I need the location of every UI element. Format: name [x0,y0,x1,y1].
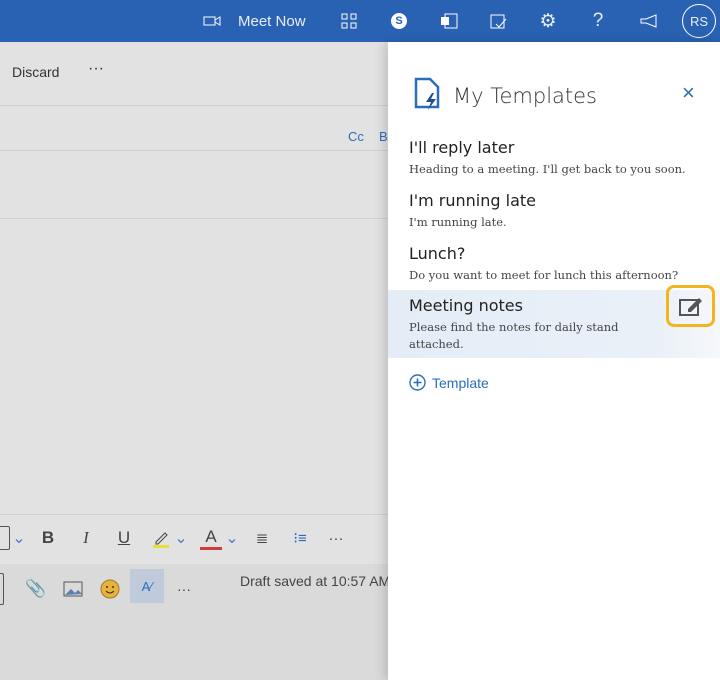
skype-icon[interactable]: S [389,0,409,42]
format-toolbar: ⌄ B I U ⌄ A ⌄ ≣ ⁝≡ ··· [0,526,388,550]
video-camera-icon[interactable] [200,0,224,42]
font-color-button[interactable]: A [200,526,222,550]
bcc-button[interactable]: B [379,129,388,144]
divider [0,150,388,151]
chevron-down-icon[interactable]: ⌄ [12,526,26,550]
template-item[interactable]: I'm running late I'm running late. [388,191,720,231]
bold-button[interactable]: B [38,526,58,550]
templates-panel: My Templates × I'll reply later Heading … [388,42,720,680]
more-formatting-button[interactable]: ··· [326,526,346,550]
font-size-select[interactable] [0,526,10,550]
template-item[interactable]: I'll reply later Heading to a meeting. I… [388,138,720,178]
template-body: I'm running late. [409,215,507,229]
edit-icon [678,298,702,316]
chevron-down-icon[interactable]: ⌄ [225,526,239,550]
edit-template-button[interactable] [666,285,715,327]
template-title: I'll reply later [409,138,515,157]
calendar-check-icon[interactable] [487,0,509,42]
draft-status: Draft saved at 10:57 AM [240,573,391,589]
add-template-button[interactable]: Template [409,374,489,391]
template-body: Do you want to meet for lunch this after… [409,268,679,282]
feedback-megaphone-icon[interactable] [637,0,661,42]
divider [0,105,388,106]
meet-now-button[interactable]: Meet Now [238,0,306,42]
apps-grid-icon[interactable] [338,0,360,42]
panel-title: My Templates [453,84,597,108]
insert-image-icon[interactable] [62,577,84,601]
template-body: Heading to a meeting. I'll get back to y… [409,162,686,176]
template-item-selected[interactable]: Meeting notes Please find the notes for … [388,285,720,358]
top-bar: Meet Now S ⚙ ? RS [0,0,720,42]
template-item[interactable]: Lunch? Do you want to meet for lunch thi… [388,244,720,284]
compose-area: Discard ··· Cc B ⌄ B I U ⌄ A ⌄ ≣ ⁝≡ ··· … [0,42,391,680]
template-body: Please find the notes for daily stand at… [409,320,619,351]
bottom-toolbar: 📎 A⁄ ··· Draft saved at 10:57 AM [0,564,391,680]
editor-icon[interactable]: A⁄ [130,569,164,603]
help-button[interactable]: ? [588,0,608,42]
settings-gear-icon[interactable]: ⚙ [537,0,559,42]
more-options-button[interactable]: ··· [88,60,104,78]
chevron-down-icon[interactable]: ⌄ [174,526,188,550]
onenote-icon[interactable] [438,0,460,42]
attach-paperclip-icon[interactable]: 📎 [25,577,46,601]
italic-button[interactable]: I [76,526,96,550]
numbered-list-icon[interactable]: ⁝≡ [290,526,310,550]
cc-button[interactable]: Cc [348,129,364,144]
avatar[interactable]: RS [682,4,716,38]
divider [0,218,388,219]
plus-circle-icon [409,374,426,391]
emoji-icon[interactable] [99,577,121,601]
template-title: Lunch? [409,244,466,263]
underline-button[interactable]: U [114,526,134,550]
highlight-icon[interactable] [150,526,172,550]
bullet-list-icon[interactable]: ≣ [252,526,272,550]
add-template-label: Template [432,374,489,391]
template-title: I'm running late [409,191,536,210]
discard-button[interactable]: Discard [12,64,59,80]
divider [0,514,388,515]
close-icon[interactable]: × [682,80,695,106]
send-button[interactable] [0,573,4,605]
more-options-button[interactable]: ··· [174,577,194,601]
templates-logo-icon [414,77,442,116]
